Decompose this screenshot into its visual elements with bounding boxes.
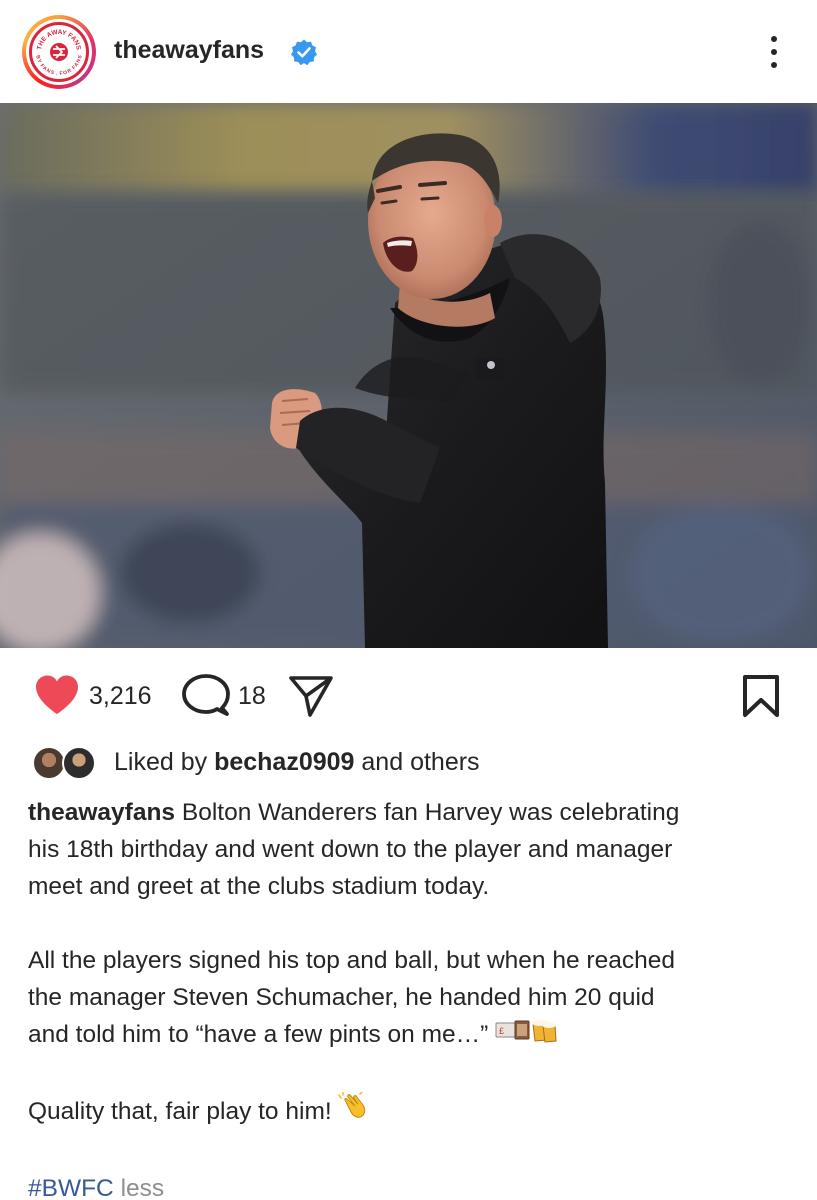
comment-icon[interactable] [182, 674, 230, 718]
caption-username[interactable]: theawayfans [28, 799, 175, 826]
caption-line: meet and greet at the clubs stadium toda… [28, 873, 490, 900]
svg-text:£: £ [499, 1026, 504, 1036]
liked-by-row: Liked by bechaz0909 and others [0, 740, 817, 786]
post-caption: theawayfans Bolton Wanderers fan Harvey … [28, 794, 798, 1200]
hashtag-link[interactable]: #BWFC [28, 1175, 114, 1200]
caption-line: All the players signed his top and ball,… [28, 947, 675, 974]
liked-by-prefix: Liked by [114, 748, 208, 776]
caption-line: Bolton Wanderers fan Harvey was celebrat… [181, 799, 680, 826]
liked-by-user[interactable]: bechaz0909 [214, 748, 354, 776]
caption-line: and told him to “have a few pints on me…… [28, 1021, 489, 1048]
post-header: THE AWAY FANS BY FANS . FOR FANS theaway… [0, 0, 817, 103]
less-button[interactable]: less [121, 1175, 165, 1200]
like-count[interactable]: 3,216 [89, 682, 152, 711]
liker-avatar[interactable] [62, 746, 96, 780]
caption-line: his 18th birthday and went down to the p… [28, 836, 673, 863]
caption-line: the manager Steven Schumacher, he handed… [28, 984, 655, 1011]
heart-icon[interactable] [34, 674, 80, 716]
liked-by-text: Liked by bechaz0909 and others [114, 748, 480, 777]
bookmark-icon[interactable] [742, 674, 780, 718]
verified-badge-icon [290, 38, 318, 66]
post-username[interactable]: theawayfans [114, 36, 264, 65]
liked-by-suffix[interactable]: and others [361, 748, 479, 776]
post-image[interactable] [0, 103, 817, 648]
more-options-icon[interactable] [760, 32, 788, 72]
caption-line: Quality that, fair play to him! [28, 1098, 332, 1125]
comment-count[interactable]: 18 [238, 682, 266, 711]
liker-avatar[interactable] [32, 746, 66, 780]
theawayfans-logo: THE AWAY FANS BY FANS . FOR FANS [29, 22, 89, 82]
paper-plane-icon[interactable] [288, 674, 334, 718]
profile-avatar[interactable]: THE AWAY FANS BY FANS . FOR FANS [22, 15, 96, 89]
post-actions: 3,216 18 [0, 660, 817, 730]
money-beer-emoji-icon: £ [495, 1016, 559, 1055]
clapping-hands-emoji-icon [338, 1091, 368, 1133]
